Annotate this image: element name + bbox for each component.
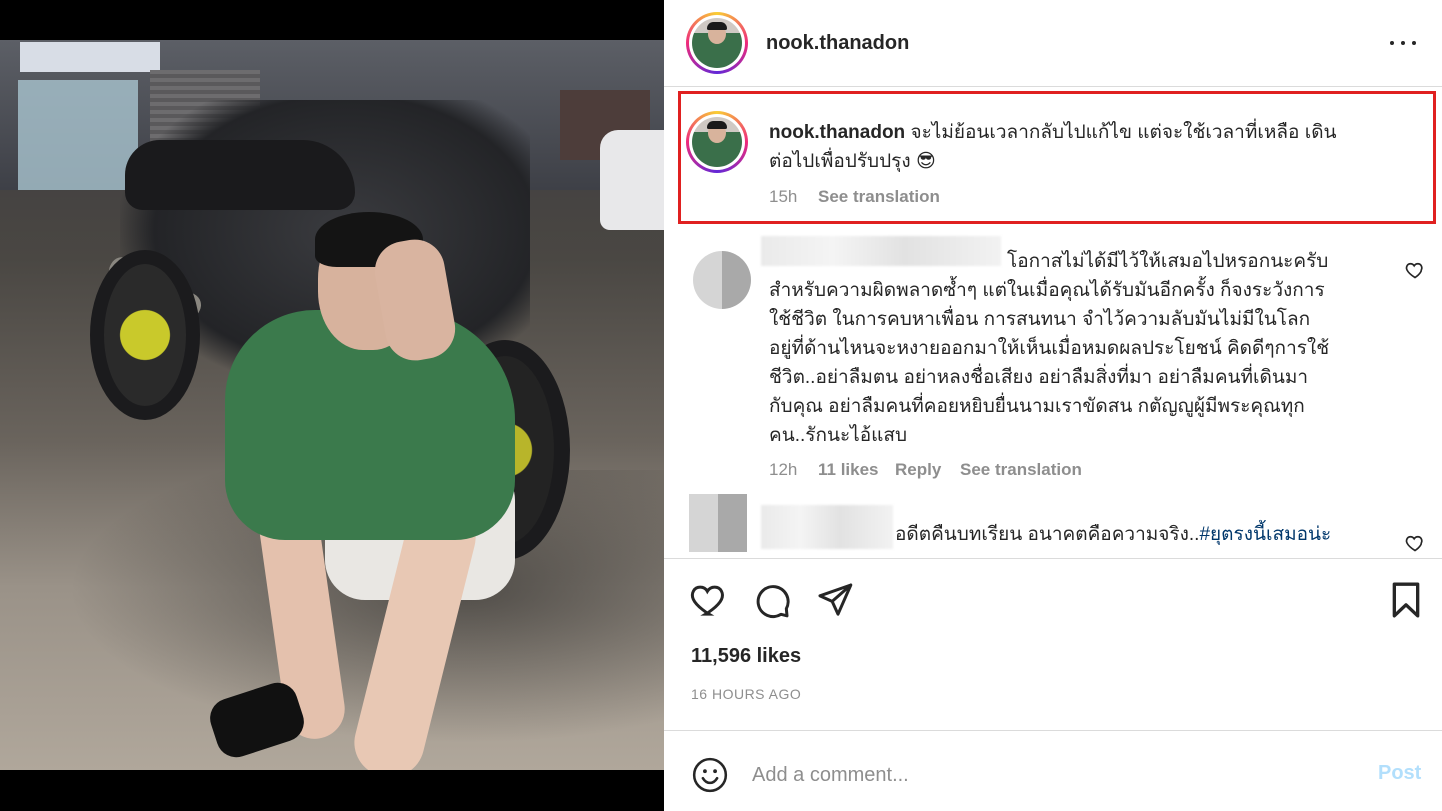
- photo-motorcycle-seat: [125, 140, 355, 210]
- author-username[interactable]: nook.thanadon: [766, 32, 909, 55]
- comment-input[interactable]: [752, 758, 1332, 792]
- comment-icon[interactable]: [752, 580, 792, 620]
- post-comment-button[interactable]: Post: [1378, 762, 1421, 785]
- comment-see-translation[interactable]: See translation: [960, 460, 1082, 480]
- photo-rear-wheel: [90, 250, 200, 420]
- post-header: nook.thanadon: [664, 0, 1442, 86]
- author-avatar-image: [692, 18, 742, 68]
- caption-see-translation[interactable]: See translation: [818, 187, 940, 207]
- photo-scene: [0, 40, 664, 770]
- comment-line: ใช้ชีวิต ในการคบหาเพื่อน การสนทนา จำไว้ค…: [769, 309, 1311, 330]
- photo-car: [600, 130, 664, 230]
- share-icon[interactable]: [815, 580, 855, 620]
- caption-avatar[interactable]: [686, 111, 748, 173]
- comment-time[interactable]: 12h: [769, 460, 797, 480]
- comment-username-blurred[interactable]: [761, 505, 893, 549]
- comment-line: อยู่ที่ด้านไหนจะหงายออกมาให้เห็นเมื่อหมด…: [769, 338, 1330, 359]
- comment-likes[interactable]: 11 likes: [818, 460, 879, 480]
- caption-avatar-image: [692, 117, 742, 167]
- comments-divider: [664, 558, 1442, 559]
- comment-hashtag-link[interactable]: #ยุตรงนี้เสมอน่ะ: [1199, 524, 1331, 545]
- comment-line: โอกาสไม่ได้มีไว้ให้เสมอไปหรอกนะครับ: [1007, 251, 1329, 272]
- posted-time[interactable]: 16 HOURS AGO: [691, 686, 801, 702]
- caption-line-1: จะไม่ย้อนเวลากลับไปแก้ไข แต่จะใช้เวลาที่…: [910, 122, 1337, 143]
- comment-line: ชีวิต..อย่าลืมตน อย่าหลงชื่อเสียง อย่าลื…: [769, 367, 1309, 388]
- add-comment-bar: Post: [664, 738, 1442, 811]
- photo-shop-sign: [20, 42, 160, 72]
- bookmark-icon[interactable]: [1386, 580, 1426, 620]
- heart-icon[interactable]: [689, 580, 729, 620]
- comment-text: โอกาสไม่ได้มีไว้ให้เสมอไปหรอกนะครับ สำหร…: [769, 247, 1409, 450]
- comment-like-heart-icon[interactable]: [1405, 533, 1425, 553]
- comment-reply-button[interactable]: Reply: [895, 460, 941, 480]
- comment-text: อดีตคืนบทเรียน อนาคตคือความจริง..#ยุตรงน…: [895, 520, 1395, 549]
- caption-line-2: ต่อไปเพื่อปรับปรุง: [769, 151, 911, 172]
- emoji-icon[interactable]: [691, 756, 729, 794]
- comment-bar-divider: [664, 730, 1442, 731]
- comment-line: กับคุณ อย่าลืมคนที่คอยหยิบยื่นนามเราขัดส…: [769, 396, 1305, 417]
- likes-count[interactable]: 11,596 likes: [691, 645, 801, 668]
- post-actions: [664, 570, 1442, 630]
- comment-avatar[interactable]: [693, 251, 751, 309]
- comment-line: คน..รักนะไอ้แสบ: [769, 425, 908, 446]
- sunglasses-emoji-icon: 😎: [915, 151, 936, 172]
- caption-time[interactable]: 15h: [769, 187, 797, 207]
- caption-username[interactable]: nook.thanadon: [769, 122, 905, 143]
- comment-line: สำหรับความผิดพลาดซ้ำๆ แต่ในเมื่อคุณได้รั…: [769, 280, 1325, 301]
- comment-line: อดีตคืนบทเรียน อนาคตคือความจริง..: [895, 524, 1200, 545]
- comment-avatar[interactable]: [689, 494, 747, 552]
- comment-like-heart-icon[interactable]: [1405, 260, 1425, 280]
- author-avatar[interactable]: [686, 12, 748, 74]
- header-divider: [664, 86, 1442, 87]
- more-options-icon[interactable]: [1388, 33, 1418, 53]
- post-photo: [0, 0, 664, 811]
- post-side-panel: nook.thanadon nook.thanadon จะไม่ย้อนเวล…: [664, 0, 1442, 811]
- caption-text: nook.thanadon จะไม่ย้อนเวลากลับไปแก้ไข แ…: [769, 118, 1429, 176]
